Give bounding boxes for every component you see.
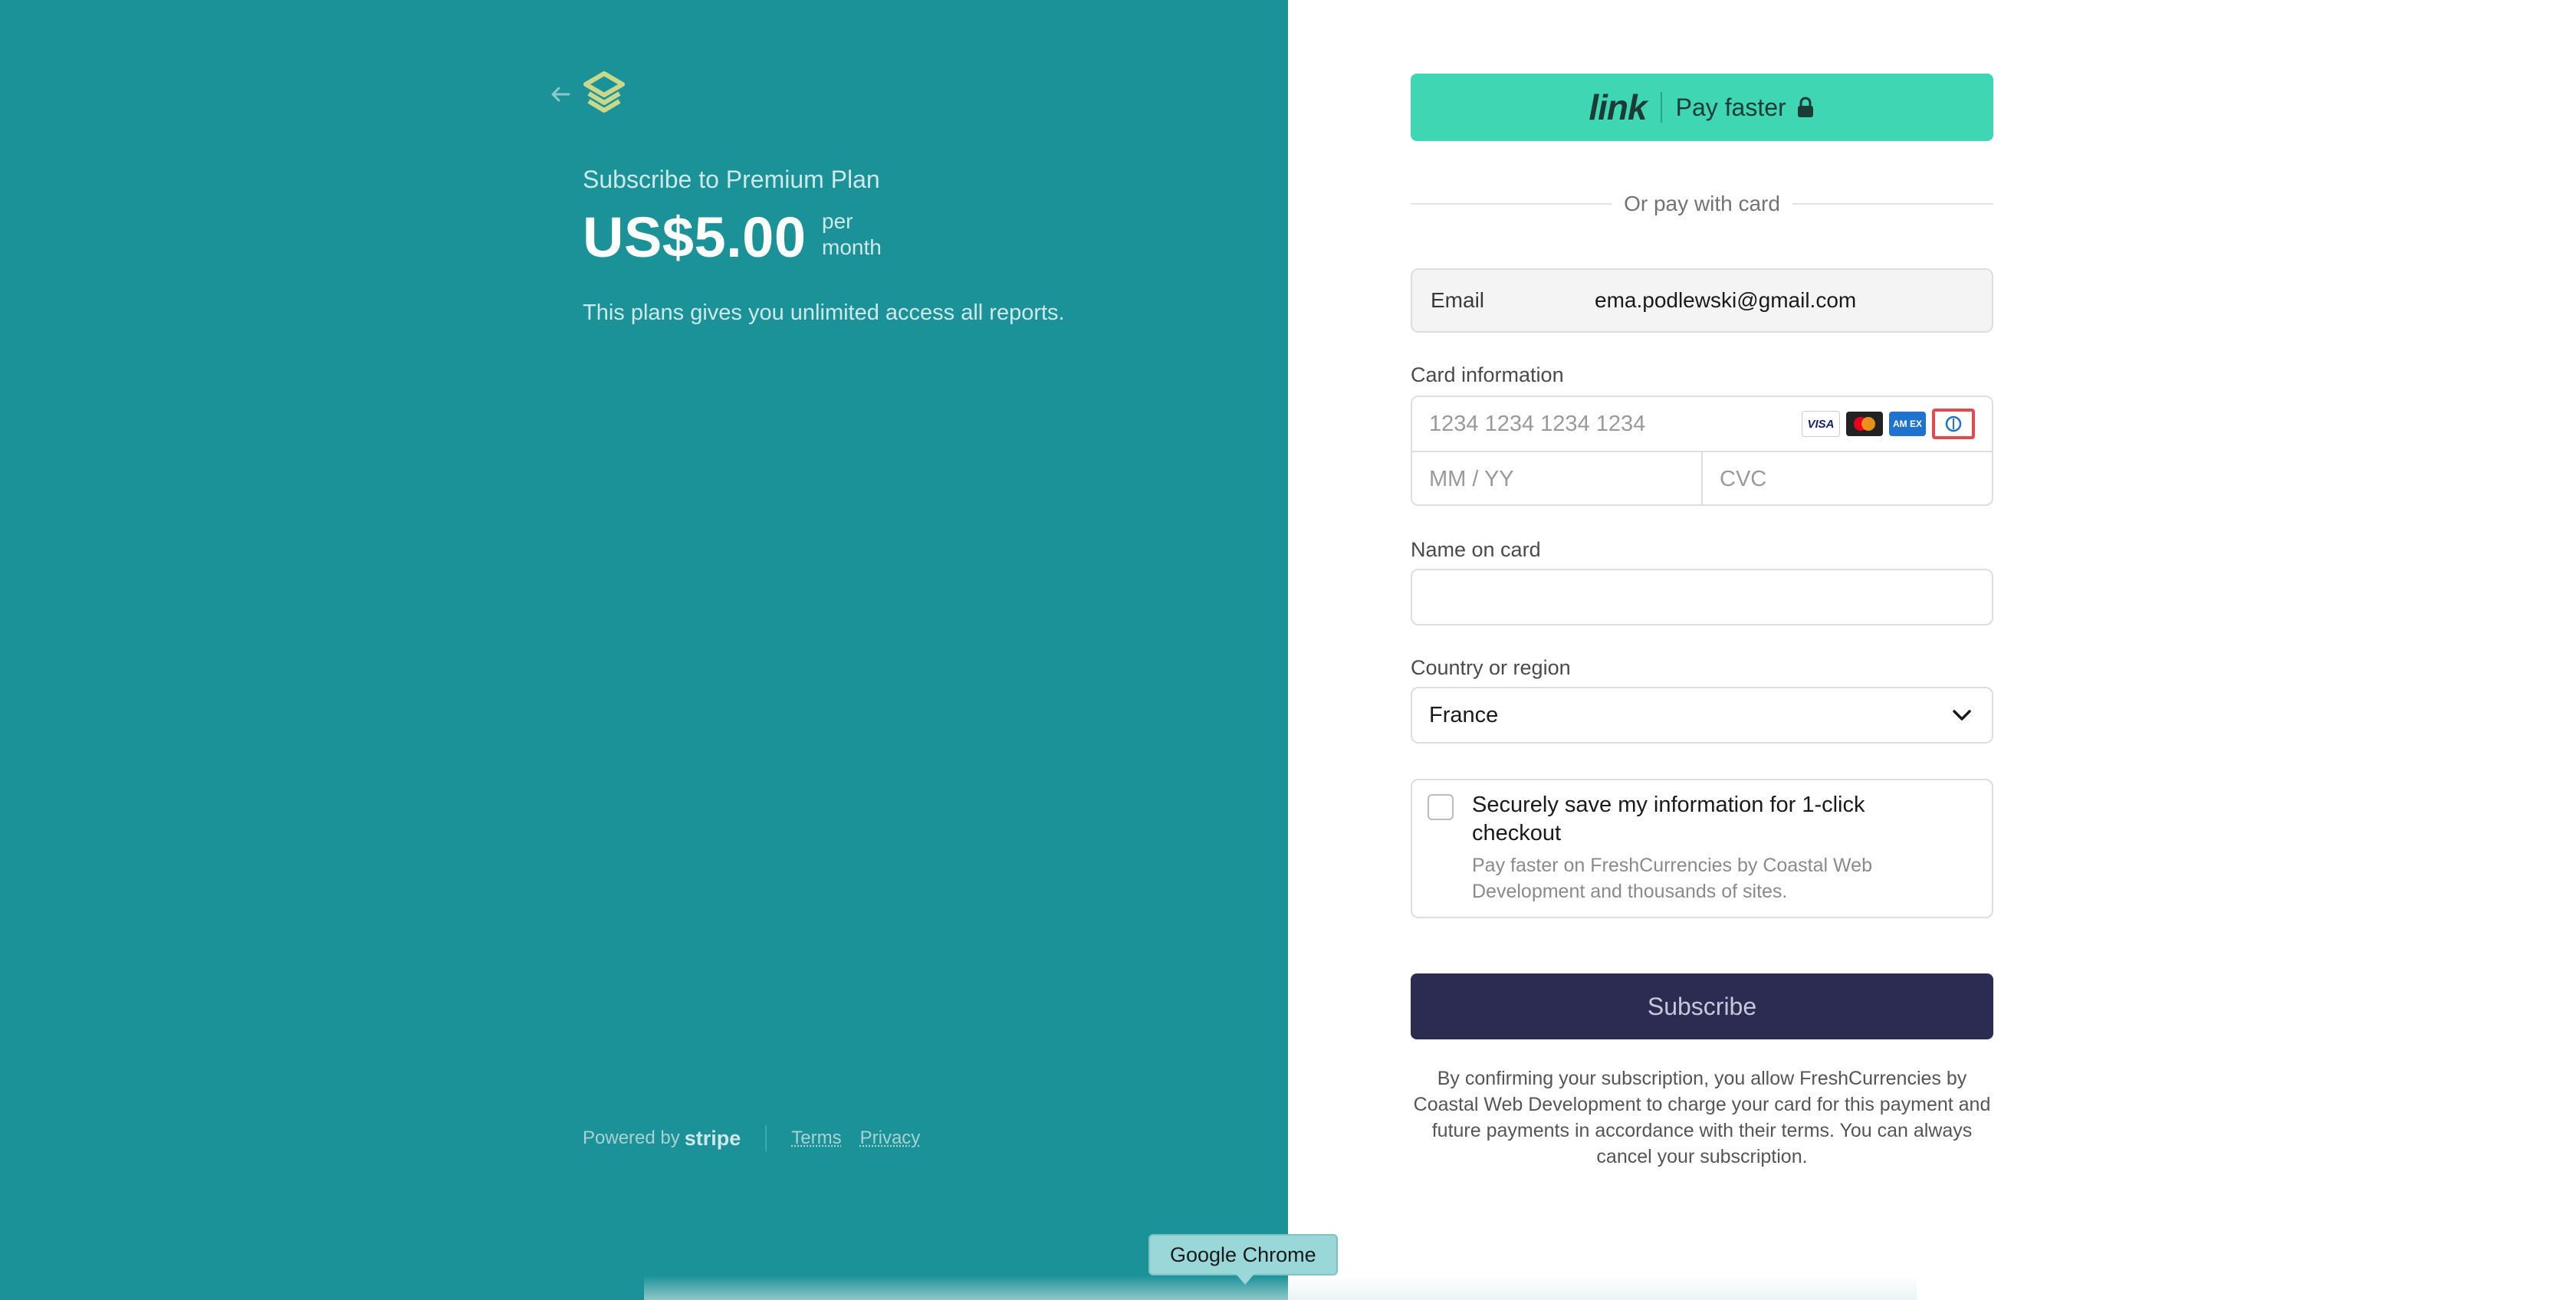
brand-logo-icon xyxy=(583,71,625,113)
cvc-input[interactable]: CVC xyxy=(1703,452,1992,504)
footer-divider xyxy=(765,1125,767,1151)
dock-tooltip-arrow xyxy=(1236,1274,1254,1285)
price-period-line2: month xyxy=(822,235,882,259)
expiry-placeholder: MM / YY xyxy=(1429,466,1514,491)
expiry-input[interactable]: MM / YY xyxy=(1412,452,1703,504)
subscribe-button[interactable]: Subscribe xyxy=(1411,973,1993,1039)
card-number-input[interactable]: 1234 1234 1234 1234 VISA AM EX xyxy=(1412,397,1992,452)
powered-by-text: Powered by xyxy=(583,1128,680,1148)
footer: Powered by stripe Terms Privacy xyxy=(583,1125,938,1151)
dock-shadow xyxy=(644,1275,1917,1300)
visa-icon: VISA xyxy=(1802,411,1840,437)
divider-line-right xyxy=(1792,203,1994,205)
diners-club-icon xyxy=(1932,409,1975,439)
or-pay-with-card-text: Or pay with card xyxy=(1624,192,1780,215)
name-on-card-input[interactable] xyxy=(1411,569,1993,625)
legal-notice: By confirming your subscription, you all… xyxy=(1413,1068,1991,1167)
lock-icon xyxy=(1797,97,1813,117)
card-information-group: 1234 1234 1234 1234 VISA AM EX MM / YY C… xyxy=(1411,396,1993,506)
summary-panel: Subscribe to Premium Plan US$5.00 per mo… xyxy=(0,0,1288,1300)
chevron-down-icon xyxy=(1953,710,1971,721)
cvc-placeholder: CVC xyxy=(1720,466,1767,491)
amex-icon: AM EX xyxy=(1889,412,1926,436)
save-info-checkbox[interactable] xyxy=(1428,794,1454,820)
country-value: France xyxy=(1429,702,1499,727)
link-pay-faster-button[interactable]: link Pay faster xyxy=(1411,74,1993,141)
email-value[interactable]: ema.podlewski@gmail.com xyxy=(1595,288,1856,313)
product-title: Subscribe to Premium Plan xyxy=(583,166,880,193)
name-on-card-label: Name on card xyxy=(1411,538,1541,561)
country-select[interactable]: France xyxy=(1411,687,1993,744)
card-information-label: Card information xyxy=(1411,363,1564,386)
plan-description: This plans gives you unlimited access al… xyxy=(583,300,1065,325)
country-label: Country or region xyxy=(1411,656,1571,679)
link-button-label: Pay faster xyxy=(1675,93,1786,121)
save-info-title: Securely save my information for 1-click… xyxy=(1472,793,1865,845)
link-logo: link xyxy=(1589,87,1647,127)
or-pay-with-card-divider: Or pay with card xyxy=(1411,189,1994,219)
save-info-panel: Securely save my information for 1-click… xyxy=(1411,779,1993,918)
card-number-placeholder: 1234 1234 1234 1234 xyxy=(1429,411,1646,436)
back-arrow-icon[interactable] xyxy=(547,81,573,107)
dock-tooltip: Google Chrome xyxy=(1148,1234,1338,1275)
divider-line-left xyxy=(1411,203,1612,205)
price-period-line1: per xyxy=(822,209,853,233)
price-amount: US$5.00 xyxy=(583,205,807,269)
mastercard-icon xyxy=(1846,412,1883,436)
card-expiry-cvc-row: MM / YY CVC xyxy=(1412,452,1992,504)
privacy-link[interactable]: Privacy xyxy=(860,1128,921,1149)
price-period: per month xyxy=(822,208,882,261)
terms-link[interactable]: Terms xyxy=(791,1128,841,1149)
email-field[interactable]: Email ema.podlewski@gmail.com xyxy=(1411,268,1993,333)
stripe-logo[interactable]: stripe xyxy=(685,1127,741,1151)
save-info-subtitle: Pay faster on FreshCurrencies by Coastal… xyxy=(1472,855,1872,902)
email-label: Email xyxy=(1431,288,1485,312)
link-button-divider xyxy=(1660,92,1662,123)
